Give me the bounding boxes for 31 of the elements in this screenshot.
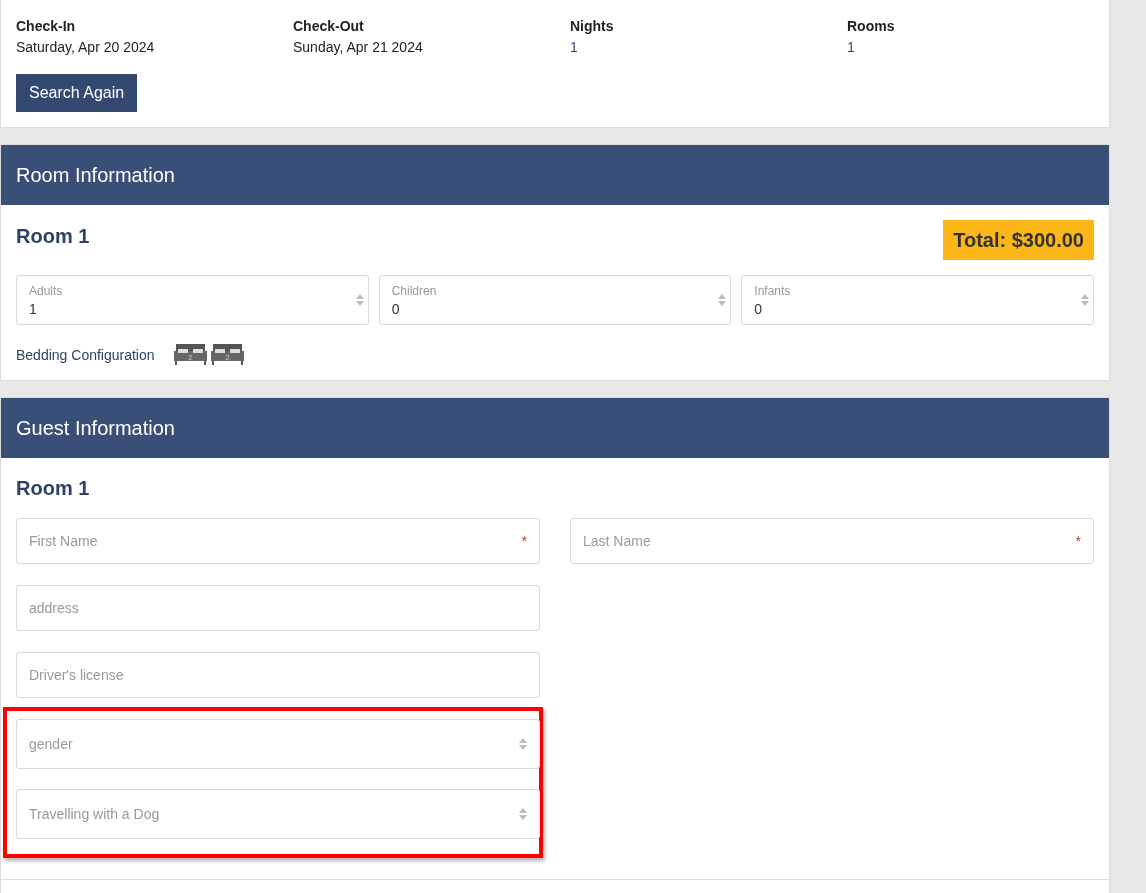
text-field[interactable]: address: [16, 585, 540, 631]
number-field[interactable]: Adults 1: [16, 275, 369, 325]
select-field[interactable]: gender: [16, 719, 540, 769]
summary-value: 1: [847, 39, 856, 56]
text-field[interactable]: Driver's license: [16, 652, 540, 698]
text-field[interactable]: Last Name *: [570, 518, 1094, 564]
number-field[interactable]: Children 0: [378, 275, 732, 325]
select-arrows-icon: [519, 737, 527, 751]
summary-value: Sunday, Apr 21 2024: [293, 39, 424, 56]
text-field[interactable]: First Name *: [16, 518, 540, 564]
bedding-label: Bedding Configuration: [16, 347, 155, 363]
number-field[interactable]: Infants 0: [741, 275, 1094, 325]
room-title: Room 1: [16, 476, 91, 501]
total-price-badge: Total: $300.00: [943, 220, 1094, 260]
summary-label: Nights: [570, 18, 615, 35]
select-arrows-icon: [1081, 293, 1089, 307]
select-arrows-icon: [355, 293, 364, 307]
room-title: Room 1: [16, 225, 90, 248]
summary-label: Check-Out: [293, 18, 365, 35]
search-again-button[interactable]: Search Again: [16, 74, 138, 112]
select-arrows-icon: [718, 293, 727, 307]
required-asterisk: *: [1075, 533, 1081, 549]
summary-label: Rooms: [847, 18, 896, 35]
summary-value: Saturday, Apr 20 2024: [16, 39, 156, 56]
select-arrows-icon: [519, 807, 527, 821]
section-header: Room Information: [1, 145, 1109, 205]
required-asterisk: *: [521, 533, 527, 549]
summary-label: Check-In: [16, 18, 77, 35]
section-header: Guest Information: [1, 398, 1109, 458]
select-field[interactable]: Travelling with a Dog: [16, 789, 540, 839]
summary-value: 1: [570, 39, 579, 56]
